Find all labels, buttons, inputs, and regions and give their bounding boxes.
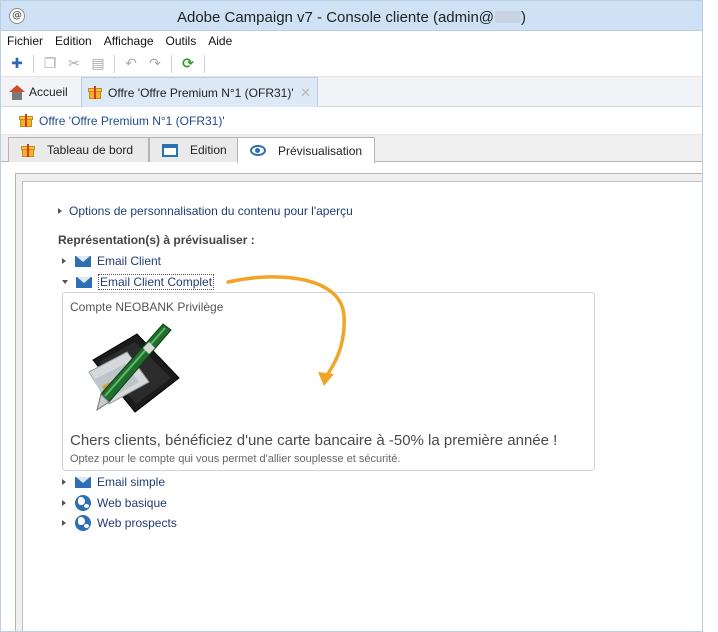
eye-icon <box>250 145 266 156</box>
representation-web-prospects[interactable]: Web prospects <box>62 515 177 531</box>
representation-email-simple[interactable]: Email simple <box>62 475 165 489</box>
representation-label: Web basique <box>97 496 167 510</box>
undo-icon[interactable]: ↶ <box>121 54 141 74</box>
representation-email-client-complet[interactable]: Email Client Complet <box>62 274 215 290</box>
expand-arrow-icon[interactable] <box>62 479 66 485</box>
toolbar-separator <box>171 54 172 73</box>
collapse-arrow-icon[interactable] <box>62 280 68 284</box>
offer-headline: Chers clients, bénéficiez d'une carte ba… <box>70 432 558 449</box>
representation-web-basique[interactable]: Web basique <box>62 495 167 511</box>
paste-icon[interactable]: ▤ <box>88 54 108 74</box>
offer-gift-icon <box>88 86 102 99</box>
redacted-host <box>495 11 522 23</box>
expand-arrow-icon[interactable] <box>62 500 66 506</box>
inner-tab-bar: Tableau de bord Edition Prévisualisation <box>1 135 702 163</box>
menu-outils[interactable]: Outils <box>166 34 197 48</box>
record-title: Offre 'Offre Premium N°1 (OFR31)' <box>39 113 225 128</box>
add-user-icon[interactable]: ✚ <box>7 54 27 74</box>
redo-icon[interactable]: ↷ <box>145 54 165 74</box>
tab-previsualisation-label: Prévisualisation <box>278 143 363 158</box>
globe-icon <box>75 495 91 511</box>
representations-section-label: Représentation(s) à prévisualiser : <box>58 233 255 247</box>
mail-icon <box>75 476 91 488</box>
toolbar: ✚ ❐ ✂ ▤ ↶ ↷ ⟳ <box>1 51 702 77</box>
expand-arrow-icon[interactable] <box>62 258 66 264</box>
document-tabs: Accueil Offre 'Offre Premium N°1 (OFR31)… <box>1 77 702 107</box>
tab-accueil-label: Accueil <box>29 85 68 99</box>
toolbar-separator <box>114 54 115 73</box>
window-title: Adobe Campaign v7 - Console cliente (adm… <box>1 9 702 26</box>
tab-edition[interactable]: Edition <box>149 137 238 162</box>
card-title: Compte NEOBANK Privilège <box>70 300 224 314</box>
copy-icon[interactable]: ❐ <box>40 54 60 74</box>
refresh-icon[interactable]: ⟳ <box>178 54 198 74</box>
tab-tableau-de-bord-label: Tableau de bord <box>47 143 134 157</box>
tab-accueil[interactable]: Accueil <box>9 82 68 102</box>
menu-fichier[interactable]: Fichier <box>7 34 43 48</box>
tab-previsualisation[interactable]: Prévisualisation <box>237 137 375 163</box>
representation-label: Email Client <box>97 254 162 268</box>
offer-gift-icon <box>19 114 33 127</box>
mail-icon <box>76 276 92 288</box>
menu-bar: Fichier Edition Affichage Outils Aide <box>1 31 702 51</box>
menu-affichage[interactable]: Affichage <box>104 34 154 48</box>
window-icon <box>162 143 178 157</box>
record-header: Offre 'Offre Premium N°1 (OFR31)' <box>1 107 702 135</box>
expand-arrow-icon[interactable] <box>62 520 66 526</box>
tab-tableau-de-bord[interactable]: Tableau de bord <box>8 137 149 162</box>
mail-icon <box>75 255 91 267</box>
tab-offer-label: Offre 'Offre Premium N°1 (OFR31)' <box>108 85 294 100</box>
representation-email-client[interactable]: Email Client <box>62 254 161 268</box>
options-link-label: Options de personnalisation du contenu p… <box>69 204 353 218</box>
globe-icon <box>75 515 91 531</box>
close-tab-icon[interactable]: ✕ <box>300 85 311 101</box>
title-bar: @ Adobe Campaign v7 - Console cliente (a… <box>1 1 702 31</box>
content-personalization-options-link[interactable]: Options de personnalisation du contenu p… <box>58 204 353 218</box>
wallet-pen-image <box>88 323 180 413</box>
toolbar-separator <box>33 54 34 73</box>
window-title-suffix: ) <box>521 9 527 26</box>
window-title-text: Adobe Campaign v7 - Console cliente (adm… <box>176 9 495 26</box>
toolbar-separator <box>204 54 205 73</box>
representation-label: Email simple <box>97 475 166 489</box>
home-icon <box>9 84 25 100</box>
annotation-arrow <box>226 275 346 386</box>
menu-edition[interactable]: Edition <box>55 34 92 48</box>
menu-aide[interactable]: Aide <box>208 34 232 48</box>
offer-subtext: Optez pour le compte qui vous permet d'a… <box>70 453 401 465</box>
tab-edition-label: Edition <box>190 143 227 157</box>
expand-arrow-icon <box>58 208 62 214</box>
tab-offer-document[interactable]: Offre 'Offre Premium N°1 (OFR31)' ✕ <box>81 77 318 107</box>
representation-label: Email Client Complet <box>98 274 215 290</box>
cut-icon[interactable]: ✂ <box>64 54 84 74</box>
representation-label: Web prospects <box>97 516 177 530</box>
dashboard-gift-icon <box>21 143 35 157</box>
